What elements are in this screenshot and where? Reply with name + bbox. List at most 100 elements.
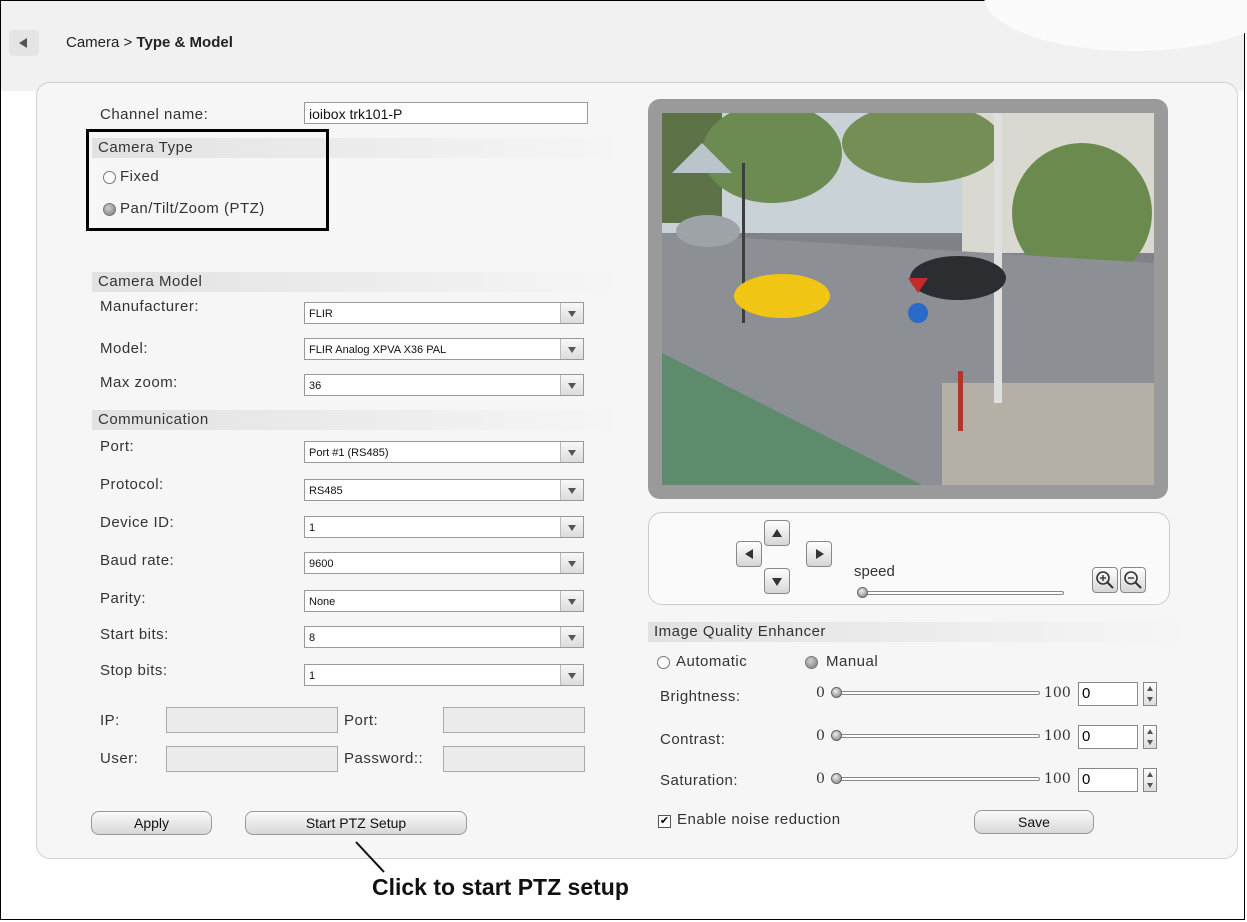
password-label: Password:: [344, 750, 424, 767]
baud-rate-value: 9600 [309, 558, 334, 570]
saturation-slider-knob[interactable] [831, 773, 842, 784]
magnifier-minus-glyph [1124, 571, 1142, 589]
channel-name-input[interactable]: ioibox trk101-P [304, 102, 588, 124]
password-input[interactable] [443, 746, 585, 772]
brightness-min: 0 [816, 685, 825, 701]
protocol-value: RS485 [309, 485, 343, 497]
contrast-slider-knob[interactable] [831, 730, 842, 741]
tilt-down-arrow-icon[interactable] [764, 568, 790, 594]
manufacturer-value: FLIR [309, 308, 333, 320]
protocol-select[interactable]: RS485 [304, 479, 584, 501]
chevron-down-icon[interactable] [560, 375, 583, 395]
device-id-select[interactable]: 1 [304, 516, 584, 538]
model-value: FLIR Analog XPVA X36 PAL [309, 344, 447, 356]
stop-bits-label: Stop bits: [100, 662, 168, 679]
contrast-max: 100 [1044, 728, 1071, 744]
channel-name-label: Channel name: [100, 106, 209, 123]
parity-label: Parity: [100, 590, 147, 607]
radio-automatic[interactable] [657, 656, 670, 669]
contrast-label: Contrast: [660, 731, 726, 748]
chevron-down-icon[interactable] [560, 303, 583, 323]
pan-left-arrow-icon[interactable] [736, 541, 762, 567]
pan-right-arrow-icon[interactable] [806, 541, 832, 567]
contrast-min: 0 [816, 728, 825, 744]
model-select[interactable]: FLIR Analog XPVA X36 PAL [304, 338, 584, 360]
speed-label: speed [854, 563, 895, 580]
chevron-down-icon[interactable] [560, 553, 583, 573]
brightness-label: Brightness: [660, 688, 741, 705]
saturation-min: 0 [816, 771, 825, 787]
speed-slider-knob[interactable] [857, 587, 868, 598]
magnifier-plus-glyph [1096, 571, 1114, 589]
ip-label: IP: [100, 712, 120, 729]
saturation-slider-track[interactable] [832, 777, 1040, 781]
protocol-label: Protocol: [100, 476, 164, 493]
camera-model-section-title: Camera Model [92, 272, 628, 292]
ip-input[interactable] [166, 707, 338, 733]
start-bits-value: 8 [309, 632, 316, 644]
start-bits-select[interactable]: 8 [304, 626, 584, 648]
saturation-stepper-icon[interactable] [1143, 768, 1157, 792]
stop-bits-select[interactable]: 1 [304, 664, 584, 686]
breadcrumb-separator: > [119, 34, 137, 51]
stop-bits-value: 1 [309, 670, 316, 682]
port-value: Port #1 (RS485) [309, 447, 389, 459]
breadcrumb-parent[interactable]: Camera [66, 34, 119, 51]
save-button[interactable]: Save [974, 810, 1094, 834]
callout-pointer-line [355, 841, 385, 873]
chevron-down-icon[interactable] [560, 591, 583, 611]
speed-slider-track[interactable] [858, 591, 1064, 595]
breadcrumb: Camera > Type & Model [66, 34, 233, 51]
image-quality-section-title: Image Quality Enhancer [648, 622, 1194, 642]
contrast-stepper-icon[interactable] [1143, 725, 1157, 749]
ip-port-label: Port: [344, 712, 379, 729]
manufacturer-label: Manufacturer: [100, 298, 200, 315]
chevron-down-icon[interactable] [560, 339, 583, 359]
max-zoom-value: 36 [309, 380, 322, 392]
parity-select[interactable]: None [304, 590, 584, 612]
chevron-down-icon[interactable] [560, 480, 583, 500]
camera-type-highlight-box [86, 129, 329, 231]
chevron-down-icon[interactable] [560, 627, 583, 647]
street-scene-image [662, 113, 1154, 485]
decorative-curve [984, 0, 1247, 51]
contrast-slider-track[interactable] [832, 734, 1040, 738]
port-label: Port: [100, 438, 135, 455]
contrast-value-input[interactable]: 0 [1078, 725, 1138, 749]
brightness-slider-knob[interactable] [831, 687, 842, 698]
zoom-in-icon[interactable] [1092, 567, 1118, 593]
radio-manual[interactable] [805, 656, 818, 669]
port-select[interactable]: Port #1 (RS485) [304, 441, 584, 463]
max-zoom-select[interactable]: 36 [304, 374, 584, 396]
chevron-down-icon[interactable] [560, 442, 583, 462]
ip-port-input[interactable] [443, 707, 585, 733]
saturation-value-input[interactable]: 0 [1078, 768, 1138, 792]
baud-rate-label: Baud rate: [100, 552, 175, 569]
start-ptz-setup-button[interactable]: Start PTZ Setup [245, 811, 467, 835]
noise-reduction-checkbox[interactable]: ✔ [658, 815, 671, 828]
brightness-slider-track[interactable] [832, 691, 1040, 695]
back-arrow-icon[interactable] [9, 30, 39, 56]
ptz-setup-callout-text: Click to start PTZ setup [372, 874, 629, 900]
tilt-up-arrow-icon[interactable] [764, 520, 790, 546]
user-input[interactable] [166, 746, 338, 772]
saturation-label: Saturation: [660, 772, 739, 789]
chevron-down-icon[interactable] [560, 665, 583, 685]
manufacturer-select[interactable]: FLIR [304, 302, 584, 324]
brightness-stepper-icon[interactable] [1143, 682, 1157, 706]
saturation-max: 100 [1044, 771, 1071, 787]
zoom-out-icon[interactable] [1120, 567, 1146, 593]
communication-section-title: Communication [92, 410, 628, 430]
device-id-value: 1 [309, 522, 316, 534]
user-label: User: [100, 750, 139, 767]
apply-button[interactable]: Apply [91, 811, 212, 835]
device-id-label: Device ID: [100, 514, 175, 531]
baud-rate-select[interactable]: 9600 [304, 552, 584, 574]
brightness-value-input[interactable]: 0 [1078, 682, 1138, 706]
chevron-down-icon[interactable] [560, 517, 583, 537]
breadcrumb-current: Type & Model [136, 34, 233, 51]
radio-manual-label[interactable]: Manual [826, 653, 878, 670]
noise-reduction-label[interactable]: Enable noise reduction [677, 811, 841, 828]
radio-automatic-label[interactable]: Automatic [676, 653, 747, 670]
camera-video-feed[interactable] [662, 113, 1154, 485]
